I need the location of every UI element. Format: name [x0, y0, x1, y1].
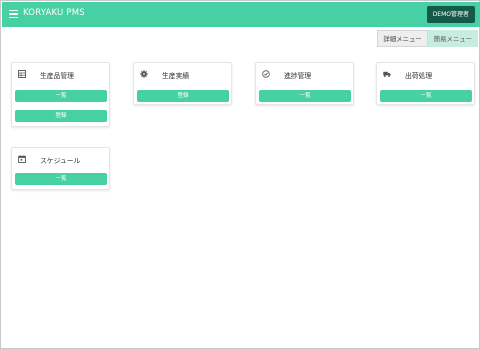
card-shipping: 出荷処理 一覧	[376, 62, 475, 105]
card-title: 進捗管理	[284, 72, 312, 80]
card-progress: 進捗管理 一覧	[255, 62, 354, 105]
products-register-button[interactable]: 登録	[15, 110, 107, 122]
top-bar: KORYAKU PMS DEMO管理者	[2, 2, 480, 27]
simple-menu-button[interactable]: 簡易メニュー	[427, 30, 478, 47]
truck-icon	[383, 71, 391, 77]
progress-list-button[interactable]: 一覧	[259, 90, 351, 102]
card-title: スケジュール	[40, 157, 81, 165]
clock-check-icon	[262, 70, 270, 78]
card-schedule: スケジュール 一覧	[11, 147, 110, 190]
calendar-icon	[18, 155, 26, 163]
card-results: 生産実績 登録	[133, 62, 232, 105]
card-title: 生産品管理	[40, 72, 74, 80]
schedule-list-button[interactable]: 一覧	[15, 173, 107, 185]
menu-icon[interactable]	[9, 10, 18, 18]
card-title: 出荷処理	[405, 72, 433, 80]
products-list-button[interactable]: 一覧	[15, 90, 107, 102]
results-register-button[interactable]: 登録	[137, 90, 229, 102]
card-products: 生産品管理 一覧 登録	[11, 62, 110, 127]
menu-mode-toggle: 詳細メニュー 簡易メニュー	[377, 30, 478, 47]
user-button[interactable]: DEMO管理者	[426, 6, 475, 23]
app-title: KORYAKU PMS	[23, 8, 85, 18]
app-window: KORYAKU PMS DEMO管理者 詳細メニュー 簡易メニュー 生産品管理 …	[0, 0, 480, 349]
detail-menu-button[interactable]: 詳細メニュー	[377, 30, 428, 47]
grid-icon	[18, 70, 26, 78]
shipping-list-button[interactable]: 一覧	[380, 90, 472, 102]
card-title: 生産実績	[162, 72, 190, 80]
gear-icon	[140, 70, 148, 78]
